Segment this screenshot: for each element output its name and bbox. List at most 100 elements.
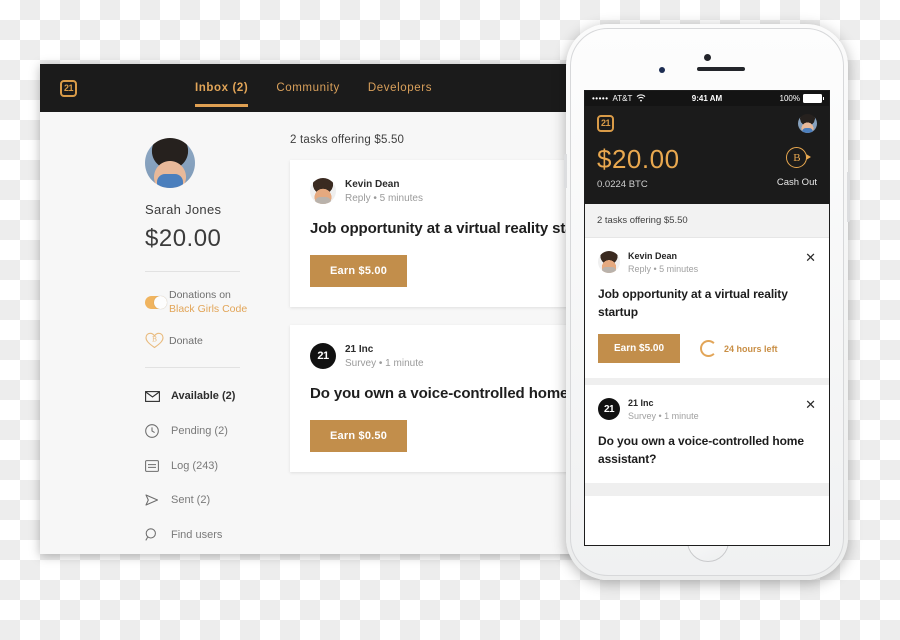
earn-button[interactable]: Earn $5.00 xyxy=(598,334,681,363)
sidebar-item-label: Available (2) xyxy=(171,390,236,403)
donations-status: Donations on xyxy=(169,289,231,301)
sender-avatar xyxy=(310,178,336,204)
task-meta: Reply • 5 minutes xyxy=(345,192,423,204)
timer-ring-icon xyxy=(700,340,718,357)
sender-name: 21 Inc xyxy=(628,398,654,408)
task-card[interactable]: Kevin Dean Reply • 5 minutes ✕ Job oppor… xyxy=(585,238,829,378)
avatar xyxy=(145,138,195,188)
sidebar-item-available[interactable]: Available (2) xyxy=(40,390,280,402)
battery-icon xyxy=(803,94,824,103)
cash-out-label: Cash Out xyxy=(776,177,817,188)
balance-row: $20.00 0.0224 BTC B Cash Out xyxy=(597,146,817,190)
phone-task-feed: Kevin Dean Reply • 5 minutes ✕ Job oppor… xyxy=(585,238,829,496)
nav-item-inbox[interactable]: Inbox (2) xyxy=(195,64,249,112)
donate-row[interactable]: B Donate xyxy=(40,332,280,349)
earn-button[interactable]: Earn $0.50 xyxy=(310,420,408,452)
cash-out-button[interactable]: B Cash Out xyxy=(777,147,817,190)
task-card[interactable]: Kevin Dean Reply • 5 minutes Job opportu… xyxy=(290,160,600,307)
logo-21-icon: 21 xyxy=(60,79,77,97)
logo-21-icon[interactable]: 21 xyxy=(597,115,614,132)
sender-avatar-logo-21-icon: 21 xyxy=(598,398,620,420)
send-icon xyxy=(145,494,171,506)
proximity-sensor-icon xyxy=(659,67,665,73)
sidebar-item-label: Pending (2) xyxy=(171,425,228,438)
task-header: 21 21 Inc Survey • 1 minute xyxy=(310,343,580,369)
task-title: Job opportunity at a virtual reality sta… xyxy=(598,287,788,319)
sidebar-item-sent[interactable]: Sent (2) xyxy=(40,494,280,506)
sender-avatar-logo-21-icon: 21 xyxy=(310,343,336,369)
status-time: 9:41 AM xyxy=(691,94,723,103)
phone-feed-heading: 2 tasks offering $5.50 xyxy=(585,204,829,238)
phone-topbar: 21 xyxy=(597,114,817,133)
app-logo[interactable]: 21 xyxy=(60,79,77,97)
nav-item-developers[interactable]: Developers xyxy=(368,64,432,112)
sidebar: Sarah Jones $20.00 Donations on Black Gi… xyxy=(40,112,280,554)
bitcoin-icon: B xyxy=(786,147,812,168)
task-title: Do you own a voice-controlled home assis… xyxy=(598,434,804,466)
task-meta: Survey • 1 minute xyxy=(628,411,699,421)
task-card[interactable]: 21 21 Inc Survey • 1 minute ✕ Do you own… xyxy=(585,385,829,483)
task-header: Kevin Dean Reply • 5 minutes ✕ xyxy=(598,251,816,274)
balance-btc: 0.0224 BTC xyxy=(597,179,648,190)
balance-amount: $20.00 xyxy=(145,225,222,252)
task-actions: Earn $5.00 24 hours left xyxy=(598,334,816,363)
front-camera-icon xyxy=(704,54,711,61)
nav-item-community[interactable]: Community xyxy=(276,64,340,112)
timer-label: 24 hours left xyxy=(724,343,778,354)
earpiece-speaker xyxy=(697,67,745,71)
clock-icon xyxy=(145,424,171,439)
sender-name: Kevin Dean xyxy=(628,251,678,261)
close-icon[interactable]: ✕ xyxy=(799,251,816,264)
signal-strength-icon: ••••• xyxy=(592,94,609,103)
divider xyxy=(145,271,240,272)
svg-text:B: B xyxy=(152,336,157,344)
donations-labels: Donations on Black Girls Code xyxy=(169,288,247,316)
sender-info: Kevin Dean Reply • 5 minutes xyxy=(345,179,423,204)
donations-charity-link[interactable]: Black Girls Code xyxy=(169,302,247,316)
sidebar-item-log[interactable]: Log (243) xyxy=(40,460,280,472)
balance-block: $20.00 0.0224 BTC xyxy=(597,146,680,190)
donate-label: Donate xyxy=(169,334,203,347)
task-card[interactable]: 21 21 Inc Survey • 1 minute Do you own a… xyxy=(290,325,600,472)
sidebar-item-find-users[interactable]: Find users xyxy=(40,528,280,542)
sender-info: 21 Inc Survey • 1 minute xyxy=(628,398,799,421)
power-button[interactable] xyxy=(847,172,850,222)
sender-name: Kevin Dean xyxy=(345,178,400,190)
toggle-switch[interactable] xyxy=(145,295,167,309)
phone-device: ••••• AT&T 9:41 AM 100% 21 $20.00 0.0224 xyxy=(564,24,850,580)
earn-button[interactable]: Earn $5.00 xyxy=(310,255,408,287)
battery-percent: 100% xyxy=(779,94,800,103)
status-right: 100% xyxy=(779,94,824,103)
wifi-icon xyxy=(636,93,646,104)
carrier-label: AT&T xyxy=(612,94,633,103)
task-meta: Reply • 5 minutes xyxy=(628,264,699,274)
envelope-icon xyxy=(145,390,171,402)
sidebar-item-label: Log (243) xyxy=(171,460,219,473)
task-title: Job opportunity at a virtual reality sta… xyxy=(310,220,600,237)
close-icon[interactable]: ✕ xyxy=(799,398,816,411)
list-icon xyxy=(145,460,171,473)
desktop-header: 21 Inbox (2) Community Developers xyxy=(40,64,600,112)
toggle-icon[interactable] xyxy=(145,295,169,309)
phone-screen: ••••• AT&T 9:41 AM 100% 21 $20.00 0.0224 xyxy=(584,90,830,546)
volume-button[interactable] xyxy=(564,154,567,188)
feed-heading: 2 tasks offering $5.50 xyxy=(290,134,405,146)
phone-header: 21 $20.00 0.0224 BTC B Cash Out xyxy=(585,106,829,204)
task-header: 21 21 Inc Survey • 1 minute ✕ xyxy=(598,398,816,421)
expiry-timer: 24 hours left xyxy=(700,340,778,357)
user-name: Sarah Jones xyxy=(145,202,222,217)
sender-info: Kevin Dean Reply • 5 minutes xyxy=(628,251,799,274)
heart-bitcoin-icon: B xyxy=(145,332,169,349)
sidebar-item-pending[interactable]: Pending (2) xyxy=(40,424,280,439)
desktop-window: 21 Inbox (2) Community Developers Sarah … xyxy=(40,64,600,554)
sender-info: 21 Inc Survey • 1 minute xyxy=(345,344,424,369)
status-left: ••••• AT&T xyxy=(592,93,646,104)
donations-toggle-row[interactable]: Donations on Black Girls Code xyxy=(40,288,280,316)
primary-nav: Inbox (2) Community Developers xyxy=(195,64,432,112)
sender-name: 21 Inc xyxy=(345,343,374,355)
task-meta: Survey • 1 minute xyxy=(345,357,424,369)
avatar[interactable] xyxy=(798,114,817,133)
sender-avatar xyxy=(598,251,620,273)
balance-amount: $20.00 xyxy=(597,144,680,174)
task-header: Kevin Dean Reply • 5 minutes xyxy=(310,178,580,204)
